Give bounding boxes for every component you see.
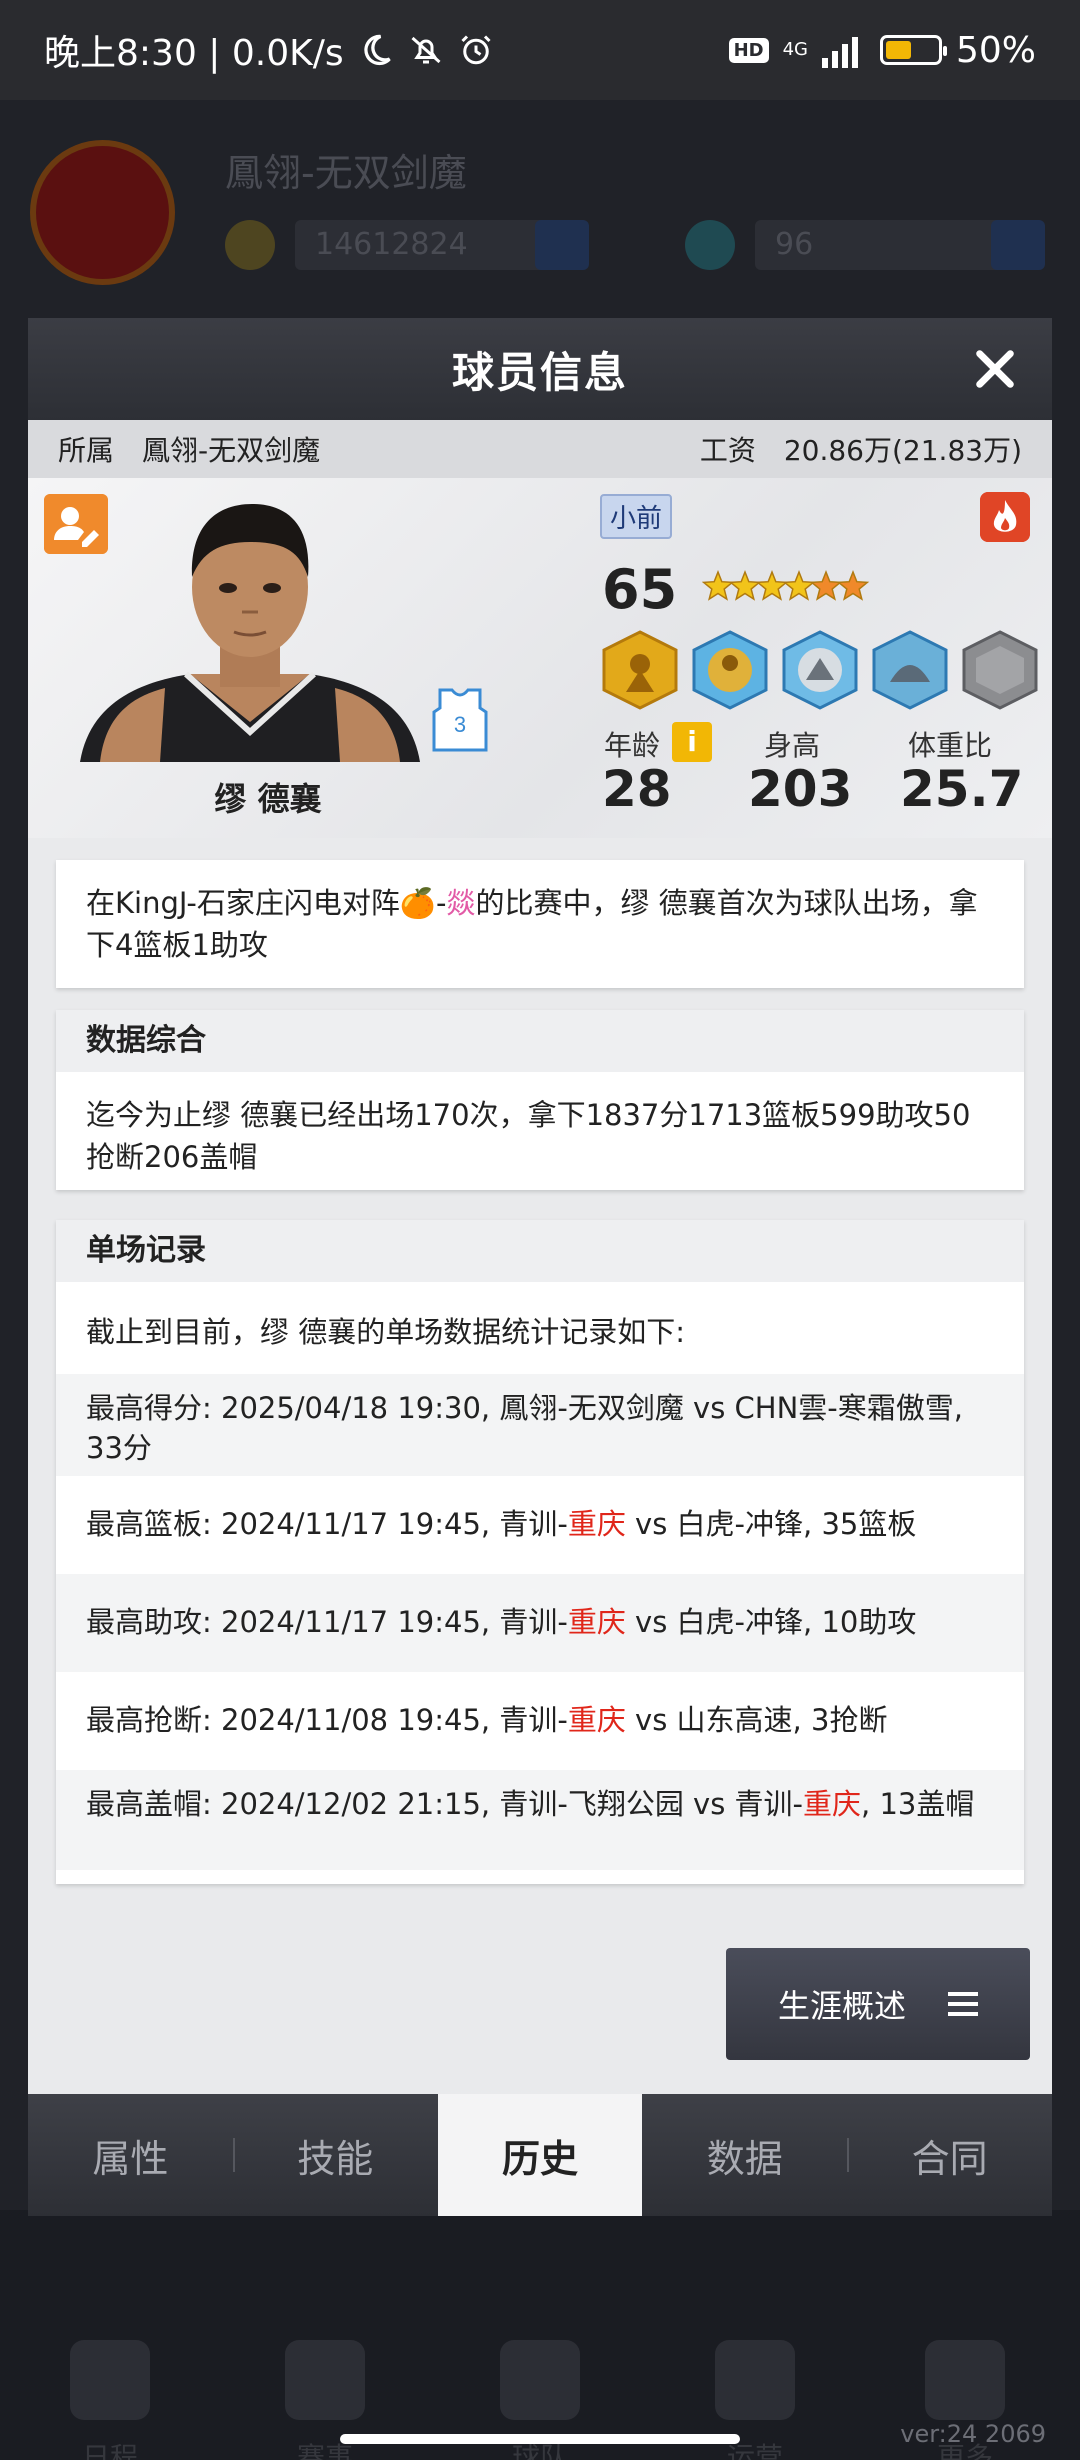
career-overview-button[interactable]: 生涯概述 [726,1948,1030,2060]
age-value: 28 [602,760,672,818]
team-icon [500,2340,580,2420]
jersey-icon: 3 [432,688,488,752]
tab-skills[interactable]: 技能 [232,2094,438,2216]
modal-header: 球员信息 [28,318,1052,420]
home-indicator[interactable] [340,2434,740,2444]
debut-card: 在KingJ-石家庄闪电对阵🍊-燚的比赛中，缪 德襄首次为球队出场，拿下4篮板1… [56,860,1024,988]
skill-badge-blue-gold-icon [692,630,768,710]
star-icon [809,569,843,601]
skill-badge-dome-icon [872,630,948,710]
calendar-icon [70,2340,150,2420]
dock-item-schedule: 日程 [50,2340,170,2460]
tab-attributes[interactable]: 属性 [28,2094,233,2216]
age-label: 年龄 [604,729,661,762]
club-salary-row: 所属 鳳翎-无双剑魔 工资 20.86万(21.83万) [28,420,1052,478]
position-badge: 小前 [600,494,673,539]
star-icon [836,569,870,601]
records-title: 单场记录 [56,1220,1024,1282]
battery-percent: 50% [955,29,1036,71]
modal-title: 球员信息 [451,347,628,397]
network-type: 4G [782,39,808,60]
operations-icon [715,2340,795,2420]
player-info-modal: 球员信息 所属 鳳翎-无双剑魔 工资 20.86万(21.83万) 3 缪 德襄… [28,318,1052,2216]
history-content[interactable]: 在KingJ-石家庄闪电对阵🍊-燚的比赛中，缪 德襄首次为球队出场，拿下4篮板1… [28,860,1052,1950]
height-label: 身高 [764,729,821,762]
summary-title: 数据综合 [56,1010,1024,1072]
skill-badge-blue-silver-icon [782,630,858,710]
club-label: 所属 [58,434,115,467]
currency-row: 14612824 96 [225,220,1045,270]
height-value: 203 [748,760,853,818]
battery-icon [879,35,947,65]
star-icon [702,569,735,601]
record-assists: 最高助攻: 2024/11/17 19:45, 青训-重庆 vs 白虎-冲锋, … [56,1574,1024,1672]
salary-label: 工资 [699,434,756,467]
coin-balance: 14612824 [295,220,555,270]
record-blocks: 最高盖帽: 2024/12/02 21:15, 青训-飞翔公园 vs 青训-重庆… [56,1770,1024,1870]
player-portrait [80,504,420,762]
bmi-label: 体重比 [908,729,993,762]
star-icon [728,569,762,601]
moon-icon [363,34,391,66]
status-time-speed: 晚上8:30 | 0.0K/s [44,33,344,74]
star-icon [755,569,789,601]
skill-badges [602,630,1038,710]
career-overview-label: 生涯概述 [777,1987,906,2025]
player-card: 3 缪 德襄 小前 65 年龄 i 28 身高 203 体重比 25.7 [28,478,1052,838]
debut-text: 在KingJ-石家庄闪电对阵🍊-燚的比赛中，缪 德襄首次为球队出场，拿下4篮板1… [86,886,978,962]
summary-card: 数据综合 迄今为止缪 德襄已经出场170次，拿下1837分1713篮板599助攻… [56,1010,1024,1190]
version-label: ver:24 2069 [900,2420,1046,2448]
tab-history[interactable]: 历史 [437,2094,643,2216]
background-team-name: 鳳翎-无双剑魔 [225,151,467,195]
record-steals: 最高抢断: 2024/11/08 19:45, 青训-重庆 vs 山东高速, 3… [86,1703,888,1737]
player-tabs: 属性 技能 历史 数据 合同 [28,2094,1052,2216]
team-logo [30,140,175,285]
menu-icon [948,1992,978,2016]
bmi-value: 25.7 [900,760,1024,818]
skill-badge-empty-icon [962,630,1038,710]
add-coins-button[interactable] [535,220,589,270]
trophy-icon [285,2340,365,2420]
coin-icon [225,220,275,270]
hd-badge: HD [728,37,769,63]
bell-off-icon [411,36,441,64]
info-icon[interactable]: i [672,722,712,762]
record-rebounds: 最高篮板: 2024/11/17 19:45, 青训-重庆 vs 白虎-冲锋, … [86,1507,917,1541]
status-bar: 晚上8:30 | 0.0K/s HD 4G 50% [0,0,1080,100]
salary-value: 20.86万(21.83万) [783,434,1022,467]
close-icon[interactable] [972,346,1018,392]
overall-rating: 65 [602,558,678,621]
record-points: 最高得分: 2025/04/18 19:30, 鳳翎-无双剑魔 vs CHN雲-… [56,1374,1024,1476]
records-card: 单场记录 截止到目前，缪 德襄的单场数据统计记录如下: 最高得分: 2025/0… [56,1220,1024,1884]
summary-text: 迄今为止缪 德襄已经出场170次，拿下1837分1713篮板599助攻50抢断2… [86,1098,971,1174]
fire-icon[interactable] [980,492,1030,542]
club-name: 鳳翎-无双剑魔 [142,434,321,467]
grid-icon [925,2340,1005,2420]
star-rating [702,569,870,601]
add-gems-button[interactable] [991,220,1045,270]
player-name: 缪 德襄 [214,780,322,818]
gem-icon [685,220,735,270]
alarm-icon [461,35,491,65]
star-icon [782,569,816,601]
gem-balance: 96 [755,220,1015,270]
signal-icon [821,37,858,68]
records-intro: 截止到目前，缪 德襄的单场数据统计记录如下: [86,1315,685,1349]
skill-badge-gold-icon [602,630,678,710]
tab-stats[interactable]: 数据 [642,2094,847,2216]
tab-contract[interactable]: 合同 [847,2094,1052,2216]
jersey-number: 3 [454,712,466,737]
